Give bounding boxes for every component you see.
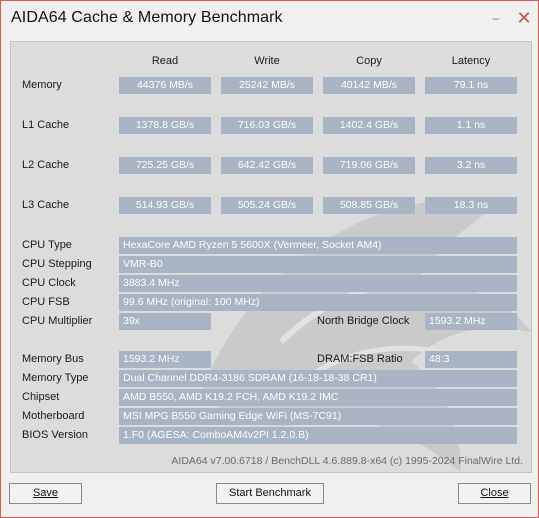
close-icon[interactable]: ✕ (513, 8, 535, 28)
memory-bus-value: 1593.2 MHz (119, 351, 211, 368)
l2-latency-value: 3.2 ns (425, 157, 517, 174)
l2-copy-value: 719.06 GB/s (323, 157, 415, 174)
memory-bus-label: Memory Bus (22, 353, 84, 365)
column-header-copy: Copy (356, 55, 382, 67)
memory-type-value: Dual Channel DDR4-3186 SDRAM (16-18-18-3… (119, 370, 517, 387)
benchmark-window: AIDA64 Cache & Memory Benchmark – ✕ Read… (0, 0, 539, 518)
save-button-label: Save (32, 487, 59, 499)
north-bridge-clock-value: 1593.2 MHz (425, 313, 517, 330)
l3-read-value: 514.93 GB/s (119, 197, 211, 214)
memory-read-value: 44376 MB/s (119, 77, 211, 94)
motherboard-label: Motherboard (22, 410, 85, 422)
column-header-write: Write (254, 55, 280, 67)
l1-copy-value: 1402.4 GB/s (323, 117, 415, 134)
save-button[interactable]: Save (9, 483, 82, 504)
row-label-l2-cache: L2 Cache (22, 159, 70, 171)
l1-write-value: 716.03 GB/s (221, 117, 313, 134)
l1-read-value: 1378.8 GB/s (119, 117, 211, 134)
cpu-stepping-label: CPU Stepping (22, 258, 92, 270)
title-bar[interactable]: AIDA64 Cache & Memory Benchmark – ✕ (1, 1, 538, 37)
cpu-fsb-value: 99.6 MHz (original: 100 MHz) (119, 294, 517, 311)
window-title: AIDA64 Cache & Memory Benchmark (11, 9, 283, 26)
start-benchmark-button[interactable]: Start Benchmark (216, 483, 324, 504)
cpu-multiplier-label: CPU Multiplier (22, 315, 93, 327)
dram-fsb-ratio-value: 48:3 (425, 351, 517, 368)
cpu-fsb-label: CPU FSB (22, 296, 70, 308)
results-panel: Read Write Copy Latency Memory 44376 MB/… (10, 41, 532, 473)
memory-write-value: 25242 MB/s (221, 77, 313, 94)
column-header-latency: Latency (451, 55, 491, 67)
row-label-l3-cache: L3 Cache (22, 199, 70, 211)
cpu-clock-value: 3883.4 MHz (119, 275, 517, 292)
column-header-read: Read (151, 55, 179, 67)
cpu-type-value: HexaCore AMD Ryzen 5 5600X (Vermeer, Soc… (119, 237, 517, 254)
minimize-icon[interactable]: – (485, 8, 507, 28)
bios-version-label: BIOS Version (22, 429, 89, 441)
cpu-stepping-value: VMR-B0 (119, 256, 517, 273)
bios-version-value: 1.F0 (AGESA: ComboAM4v2PI 1.2.0.B) (119, 427, 517, 444)
chipset-value: AMD B550, AMD K19.2 FCH, AMD K19.2 IMC (119, 389, 517, 406)
l2-write-value: 642.42 GB/s (221, 157, 313, 174)
row-label-memory: Memory (22, 79, 62, 91)
l1-latency-value: 1.1 ns (425, 117, 517, 134)
chipset-label: Chipset (22, 391, 60, 403)
close-button-label: Close (480, 487, 509, 499)
north-bridge-clock-label: North Bridge Clock (317, 315, 410, 327)
cpu-type-label: CPU Type (22, 239, 72, 251)
memory-latency-value: 79.1 ns (425, 77, 517, 94)
l3-latency-value: 18.3 ns (425, 197, 517, 214)
l3-write-value: 505.24 GB/s (221, 197, 313, 214)
l2-read-value: 725.25 GB/s (119, 157, 211, 174)
close-button[interactable]: Close (458, 483, 531, 504)
memory-type-label: Memory Type (22, 372, 89, 384)
cpu-multiplier-value: 39x (119, 313, 211, 330)
cpu-clock-label: CPU Clock (22, 277, 76, 289)
dram-fsb-ratio-label: DRAM:FSB Ratio (317, 353, 403, 365)
motherboard-value: MSI MPG B550 Gaming Edge WiFi (MS-7C91) (119, 408, 517, 425)
l3-copy-value: 508.85 GB/s (323, 197, 415, 214)
version-copyright-text: AIDA64 v7.00.6718 / BenchDLL 4.6.889.8-x… (171, 455, 523, 467)
row-label-l1-cache: L1 Cache (22, 119, 70, 131)
start-benchmark-button-label: Start Benchmark (229, 487, 311, 499)
memory-copy-value: 40142 MB/s (323, 77, 415, 94)
